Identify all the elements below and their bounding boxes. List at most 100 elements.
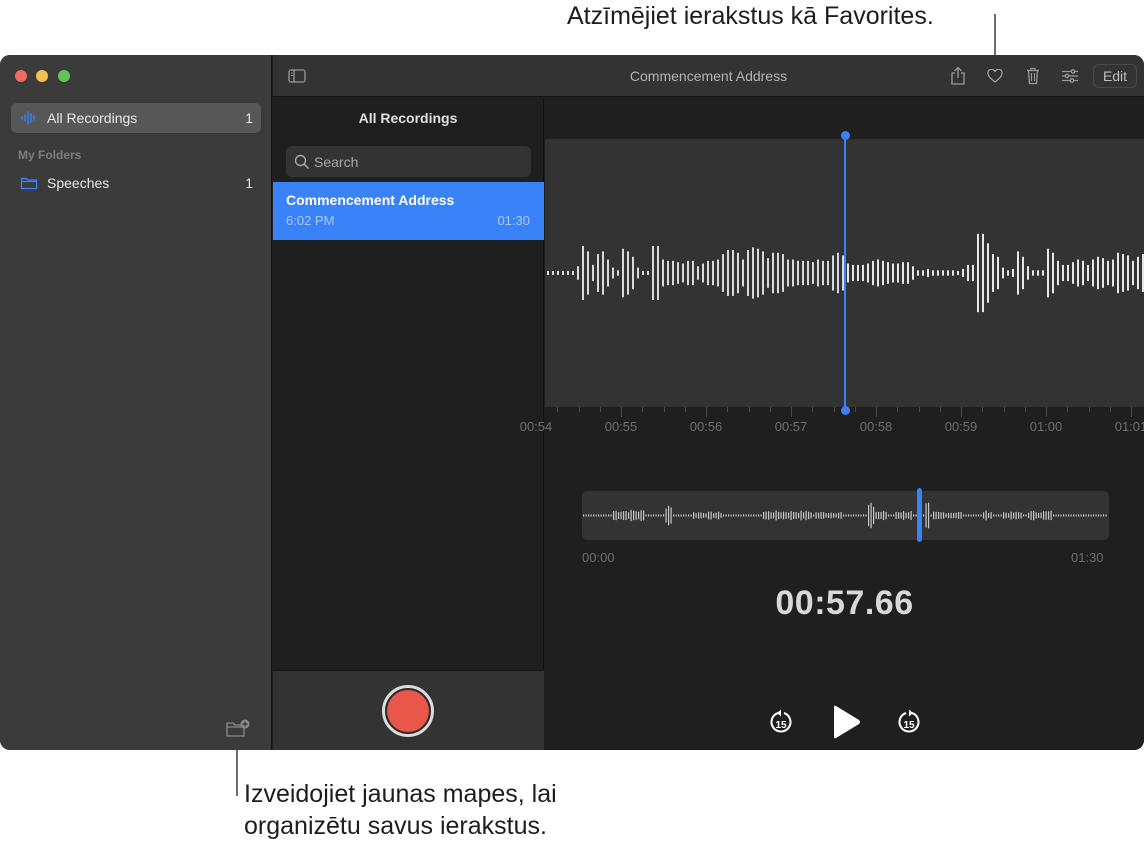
favorite-button[interactable] [983, 64, 1007, 88]
overview-waveform-bar [645, 514, 647, 517]
overview-waveform-bar [608, 514, 610, 517]
waveform-bar [577, 266, 579, 280]
waveform-bar [627, 251, 629, 295]
ruler-label: 00:54 [519, 419, 553, 434]
waveform-bar [1112, 259, 1114, 287]
overview-waveform-bar [890, 514, 892, 517]
skip-forward-button[interactable]: 15 [895, 708, 923, 736]
waveform-bar [937, 270, 939, 276]
sidebar-toggle-button[interactable] [285, 64, 309, 88]
overview-waveform-bar [605, 514, 607, 517]
overview-waveform-bar [588, 514, 590, 517]
minimize-window-button[interactable] [36, 70, 48, 82]
waveform-bar [767, 258, 769, 288]
waveform-bar [1052, 252, 1054, 294]
record-button[interactable] [382, 685, 434, 737]
waveform-bar [707, 260, 709, 286]
search-input[interactable] [314, 153, 514, 170]
playhead-bottom-handle[interactable] [841, 406, 850, 415]
overview-waveform-bar [640, 510, 642, 521]
overview-waveform-bar [1000, 514, 1002, 517]
waveform-bar [592, 264, 594, 282]
overview-waveform-bar [928, 502, 930, 529]
ruler-tick [961, 407, 962, 417]
overview-waveform-bar [708, 511, 710, 520]
overview-waveform-bar [898, 512, 900, 519]
ruler-label: 00:59 [944, 419, 978, 434]
ruler-tick [1088, 407, 1090, 412]
overview-waveform-bar [768, 511, 770, 520]
record-icon [387, 690, 429, 732]
current-time-display: 00:57.66 [775, 584, 914, 622]
ruler-label: 00:58 [859, 419, 893, 434]
overview-waveform-bar [795, 512, 797, 519]
toolbar: Commencement Address Edit [273, 55, 1144, 97]
overview-waveform-bar [1098, 514, 1100, 517]
sidebar-item-label: Speeches [47, 175, 110, 191]
waveform-bar [617, 270, 619, 276]
overview-waveform-bar [740, 514, 742, 517]
overview-position-handle[interactable] [916, 488, 922, 542]
waveform-bar [752, 247, 754, 299]
overview-waveform-bar [610, 514, 612, 517]
waveform-bar [717, 259, 719, 287]
waveform-bar [997, 256, 999, 290]
zoom-window-button[interactable] [58, 70, 70, 82]
waveform-bar [967, 264, 969, 282]
new-folder-button[interactable] [225, 719, 251, 739]
ruler-tick [642, 407, 644, 412]
waveform-bar [1102, 258, 1104, 288]
voice-memos-window: All Recordings 1 My Folders Speeches 1 C… [0, 55, 1144, 750]
settings-button[interactable] [1058, 64, 1082, 88]
waveform-bar [897, 263, 899, 283]
my-folders-header: My Folders [18, 148, 82, 162]
play-button[interactable] [829, 704, 863, 740]
overview-waveform-bar [773, 512, 775, 519]
recording-list-item[interactable]: Commencement Address 6:02 PM 01:30 [273, 182, 544, 240]
overview-waveform-bar [938, 512, 940, 519]
delete-button[interactable] [1021, 64, 1045, 88]
overview-waveform-bar [1033, 510, 1035, 521]
waveform-bar [907, 262, 909, 284]
overview-waveform-bar [728, 514, 730, 517]
overview-scrubber[interactable] [582, 488, 1109, 542]
edit-button[interactable]: Edit [1093, 64, 1137, 88]
overview-waveform-bar [810, 512, 812, 519]
share-button[interactable] [946, 64, 970, 88]
overview-waveform-bar [863, 514, 865, 517]
ruler-tick [1046, 407, 1047, 417]
overview-waveform-bar [660, 514, 662, 517]
waveform-bar [547, 271, 549, 275]
waveform-bar [572, 271, 574, 275]
overview-waveform-bar [718, 511, 720, 520]
overview-waveform-bar [655, 514, 657, 517]
overview-waveform-bar [1093, 514, 1095, 517]
overview-waveform-bar [648, 514, 650, 517]
overview-waveform-bar [725, 514, 727, 517]
ruler-label: 00:57 [774, 419, 808, 434]
playhead-top-handle[interactable] [841, 131, 850, 140]
overview-waveform-bar [880, 511, 882, 520]
waveform-bar [722, 254, 724, 292]
waveform-bar [787, 259, 789, 287]
overview-waveform-bar [913, 514, 915, 517]
search-field[interactable] [286, 146, 531, 177]
playhead[interactable] [844, 134, 846, 410]
waveform-bar [607, 259, 609, 287]
overview-waveform-bar [980, 514, 982, 517]
sidebar-toggle-icon [288, 69, 306, 83]
overview-waveform-bar [788, 512, 790, 519]
overview-waveform-bar [935, 511, 937, 520]
ruler-tick [621, 407, 622, 417]
waveform-bar [862, 264, 864, 282]
skip-back-button[interactable]: 15 [767, 708, 795, 736]
waveform-bar [1122, 254, 1124, 292]
sidebar-item-speeches[interactable]: Speeches 1 [11, 168, 261, 198]
overview-waveform-bar [1050, 510, 1052, 521]
sidebar-item-all-recordings[interactable]: All Recordings 1 [11, 103, 261, 133]
ruler-tick [684, 407, 686, 412]
ruler-tick [1003, 407, 1005, 412]
overview-waveform-bar [998, 514, 1000, 517]
overview-waveform-bar [963, 514, 965, 517]
close-window-button[interactable] [15, 70, 27, 82]
